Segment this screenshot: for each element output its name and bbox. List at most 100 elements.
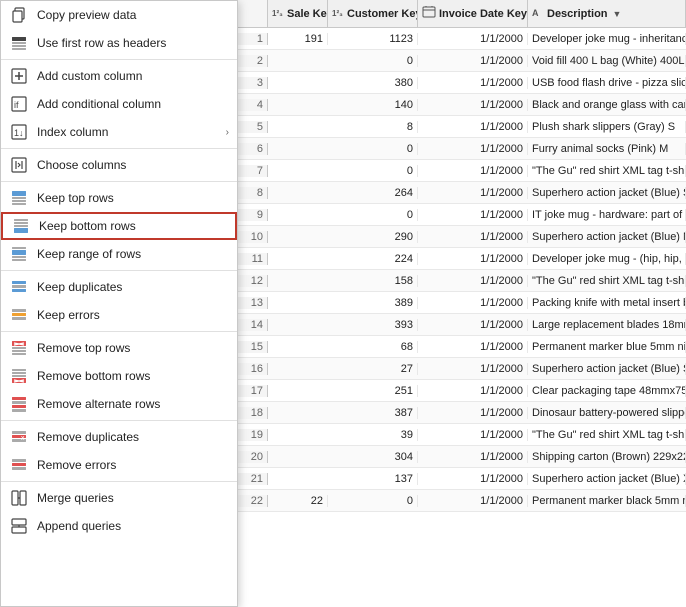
cell-customer: 304 bbox=[328, 451, 418, 463]
table-row: 119111231/1/2000Developer joke mug - inh… bbox=[238, 28, 686, 50]
menu-item-keep-range-rows[interactable]: Keep range of rows bbox=[1, 240, 237, 268]
menu-item-keep-top-rows[interactable]: Keep top rows bbox=[1, 184, 237, 212]
row-number: 16 bbox=[238, 363, 268, 375]
row-number: 9 bbox=[238, 209, 268, 221]
menu-item-remove-top-rows[interactable]: Remove top rows bbox=[1, 334, 237, 362]
table-row: 203041/1/2000Shipping carton (Brown) 229… bbox=[238, 446, 686, 468]
table-row: 211371/1/2000Superhero action jacket (Bl… bbox=[238, 468, 686, 490]
menu-item-keep-bottom-rows[interactable]: Keep bottom rows bbox=[1, 212, 237, 240]
menu-item-add-custom-col[interactable]: Add custom column bbox=[1, 62, 237, 90]
cell-invoice: 1/1/2000 bbox=[418, 55, 528, 67]
table-row: 222201/1/2000Permanent marker black 5mm … bbox=[238, 490, 686, 512]
svg-text:A: A bbox=[532, 8, 539, 18]
cell-desc: "The Gu" red shirt XML tag t-shirt (Bl bbox=[528, 165, 686, 177]
calendar-col-icon bbox=[422, 6, 436, 21]
row-number: 7 bbox=[238, 165, 268, 177]
table-header: 1²₃Sale Key▼ 1²₃ Customer Key ▼ Invoice Date… bbox=[238, 0, 686, 28]
menu-item-label: Remove alternate rows bbox=[37, 397, 229, 411]
row-number: 3 bbox=[238, 77, 268, 89]
merge-icon bbox=[9, 488, 29, 508]
menu-item-copy-preview[interactable]: Copy preview data bbox=[1, 1, 237, 29]
append-icon bbox=[9, 516, 29, 536]
context-menu: Copy preview data Use first row as heade… bbox=[0, 0, 238, 607]
svg-text:if: if bbox=[14, 100, 19, 110]
col-header-invoice[interactable]: Invoice Date Key▼ bbox=[418, 0, 528, 27]
menu-item-use-first-row[interactable]: Use first row as headers bbox=[1, 29, 237, 57]
table-row: 701/1/2000"The Gu" red shirt XML tag t-s… bbox=[238, 160, 686, 182]
cell-invoice: 1/1/2000 bbox=[418, 187, 528, 199]
table-row: 112241/1/2000Developer joke mug - (hip, … bbox=[238, 248, 686, 270]
menu-item-label: Merge queries bbox=[37, 491, 229, 505]
col-header-customer[interactable]: 1²₃Customer Key▼ bbox=[328, 0, 418, 27]
cell-customer: 0 bbox=[328, 143, 418, 155]
row-number: 11 bbox=[238, 253, 268, 265]
row-number: 2 bbox=[238, 55, 268, 67]
menu-item-label: Add conditional column bbox=[37, 97, 229, 111]
cell-desc: Developer joke mug - inheritance is t bbox=[528, 33, 686, 45]
cell-invoice: 1/1/2000 bbox=[418, 341, 528, 353]
remove-alt-icon bbox=[9, 394, 29, 414]
cell-invoice: 1/1/2000 bbox=[418, 275, 528, 287]
cell-desc: Black and orange glass with care des bbox=[528, 99, 686, 111]
table-row: 133891/1/2000Packing knife with metal in… bbox=[238, 292, 686, 314]
table-row: 102901/1/2000Superhero action jacket (Bl… bbox=[238, 226, 686, 248]
menu-item-index-column[interactable]: 1↓ Index column› bbox=[1, 118, 237, 146]
add-col-icon bbox=[9, 66, 29, 86]
cell-desc: Superhero action jacket (Blue) S bbox=[528, 363, 686, 375]
menu-item-keep-errors[interactable]: Keep errors bbox=[1, 301, 237, 329]
menu-item-label: Copy preview data bbox=[37, 8, 229, 22]
col-label-customer: Customer Key bbox=[347, 8, 418, 20]
table-row: 901/1/2000IT joke mug - hardware: part o… bbox=[238, 204, 686, 226]
table-row: 15681/1/2000Permanent marker blue 5mm ni… bbox=[238, 336, 686, 358]
menu-item-label: Keep top rows bbox=[37, 191, 229, 205]
123-col-icon: 1²₃ bbox=[332, 6, 344, 21]
menu-item-append-queries[interactable]: Append queries bbox=[1, 512, 237, 540]
menu-item-label: Remove duplicates bbox=[37, 430, 229, 444]
row-number: 19 bbox=[238, 429, 268, 441]
menu-item-remove-errors[interactable]: Remove errors bbox=[1, 451, 237, 479]
cell-invoice: 1/1/2000 bbox=[418, 429, 528, 441]
keep-bottom-icon bbox=[11, 216, 31, 236]
cell-customer: 0 bbox=[328, 165, 418, 177]
remove-err-icon bbox=[9, 455, 29, 475]
cell-invoice: 1/1/2000 bbox=[418, 33, 528, 45]
row-number: 17 bbox=[238, 385, 268, 397]
cell-desc: Permanent marker blue 5mm nib (Blu bbox=[528, 341, 686, 353]
row-number: 1 bbox=[238, 33, 268, 45]
row-number: 22 bbox=[238, 495, 268, 507]
cell-invoice: 1/1/2000 bbox=[418, 473, 528, 485]
col-label-sale: Sale Key bbox=[287, 8, 328, 20]
remove-bottom-icon bbox=[9, 366, 29, 386]
cell-customer: 8 bbox=[328, 121, 418, 133]
cell-invoice: 1/1/2000 bbox=[418, 407, 528, 419]
table-row: 121581/1/2000"The Gu" red shirt XML tag … bbox=[238, 270, 686, 292]
menu-item-choose-columns[interactable]: Choose columns bbox=[1, 151, 237, 179]
row-number: 4 bbox=[238, 99, 268, 111]
table-row: 41401/1/2000Black and orange glass with … bbox=[238, 94, 686, 116]
cell-invoice: 1/1/2000 bbox=[418, 495, 528, 507]
menu-separator bbox=[1, 59, 237, 60]
menu-item-merge-queries[interactable]: Merge queries bbox=[1, 484, 237, 512]
menu-item-remove-alternate-rows[interactable]: Remove alternate rows bbox=[1, 390, 237, 418]
menu-separator bbox=[1, 148, 237, 149]
cell-customer: 290 bbox=[328, 231, 418, 243]
cell-desc: IT joke mug - hardware: part of the c bbox=[528, 209, 686, 221]
table-row: 601/1/2000Furry animal socks (Pink) M bbox=[238, 138, 686, 160]
keep-dup-icon bbox=[9, 277, 29, 297]
menu-item-remove-duplicates[interactable]: x Remove duplicates bbox=[1, 423, 237, 451]
menu-item-label: Remove bottom rows bbox=[37, 369, 229, 383]
col-header-desc[interactable]: ADescription▼ bbox=[528, 0, 686, 27]
menu-item-label: Remove errors bbox=[37, 458, 229, 472]
svg-text:1²₃: 1²₃ bbox=[332, 9, 343, 18]
row-number: 21 bbox=[238, 473, 268, 485]
col-dropdown-desc[interactable]: ▼ bbox=[613, 9, 622, 19]
col-header-sale[interactable]: 1²₃Sale Key▼ bbox=[268, 0, 328, 27]
menu-item-keep-duplicates[interactable]: Keep duplicates bbox=[1, 273, 237, 301]
cell-customer: 39 bbox=[328, 429, 418, 441]
table-row: 201/1/2000Void fill 400 L bag (White) 40… bbox=[238, 50, 686, 72]
menu-item-add-conditional-col[interactable]: if Add conditional column bbox=[1, 90, 237, 118]
row-number: 18 bbox=[238, 407, 268, 419]
cell-invoice: 1/1/2000 bbox=[418, 77, 528, 89]
menu-item-remove-bottom-rows[interactable]: Remove bottom rows bbox=[1, 362, 237, 390]
cell-customer: 68 bbox=[328, 341, 418, 353]
